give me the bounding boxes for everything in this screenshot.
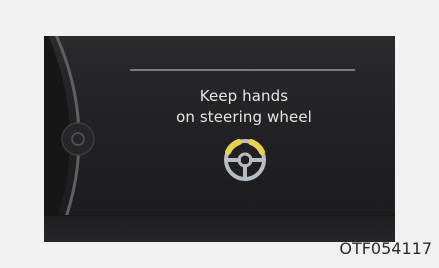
warning-message: Keep hands on steering wheel [134,86,354,128]
figure-code: OTF054117 [339,239,432,258]
divider-line [130,69,355,71]
steering-wheel-icon [224,139,266,181]
bottom-band [44,215,395,242]
cluster-display: Keep hands on steering wheel [44,36,395,242]
message-line-1: Keep hands [199,87,289,105]
message-line-2: on steering wheel [176,108,312,126]
gauge-arc [44,36,95,242]
